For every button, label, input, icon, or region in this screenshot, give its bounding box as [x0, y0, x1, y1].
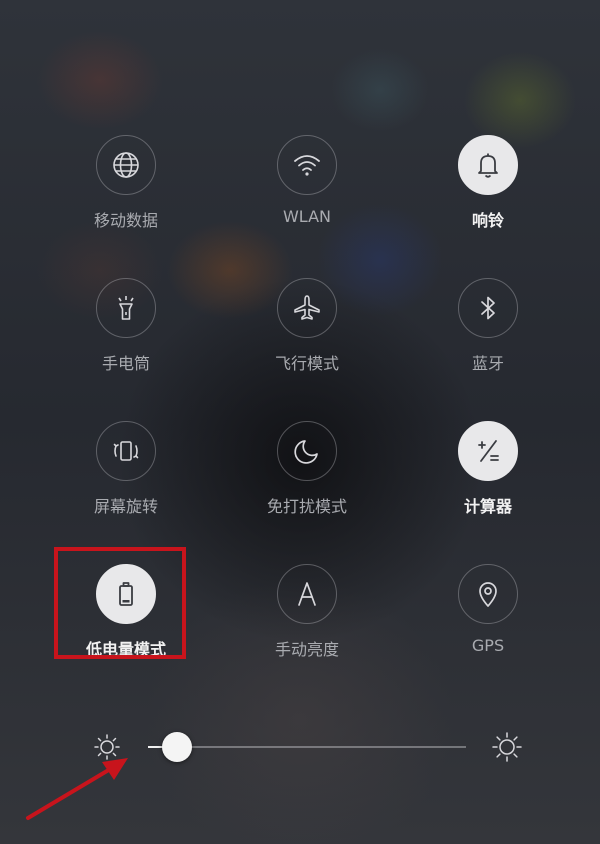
tile-label: 移动数据: [93, 211, 158, 230]
tile-wlan[interactable]: WLAN: [227, 135, 387, 245]
tile-circle: [277, 421, 337, 481]
tile-airplane-mode[interactable]: 飞行模式: [227, 278, 387, 388]
tile-flashlight[interactable]: 手电筒: [46, 278, 206, 388]
tile-label: GPS: [471, 636, 505, 655]
tile-screen-rotation[interactable]: 屏幕旋转: [46, 421, 206, 531]
wifi-icon: [294, 155, 320, 176]
tile-do-not-disturb[interactable]: 免打扰模式: [227, 421, 387, 531]
tile-circle: [96, 421, 156, 481]
tile-circle: [96, 278, 156, 338]
tile-label: 手动亮度: [274, 640, 339, 659]
letter-a-icon: [298, 582, 316, 606]
tile-circle: [458, 278, 518, 338]
tile-label: 飞行模式: [274, 354, 339, 373]
tile-mobile-data[interactable]: 移动数据: [46, 135, 206, 245]
tile-label: 免打扰模式: [266, 497, 347, 516]
tile-circle: [458, 421, 518, 481]
tile-bluetooth[interactable]: 蓝牙: [408, 278, 568, 388]
tile-label: 屏幕旋转: [93, 497, 158, 516]
moon-icon: [294, 440, 318, 464]
tile-circle: [277, 135, 337, 195]
annotation-arrow: [26, 758, 128, 820]
tile-label: WLAN: [282, 207, 331, 226]
sun-large-icon: [492, 732, 522, 762]
tile-circle: [458, 135, 518, 195]
tile-circle: [277, 564, 337, 624]
tile-circle: [96, 135, 156, 195]
tile-gps[interactable]: GPS: [408, 564, 568, 674]
location-pin-icon: [479, 582, 497, 607]
globe-icon: [113, 152, 139, 178]
tile-calculator[interactable]: 计算器: [408, 421, 568, 531]
tile-manual-brightness[interactable]: 手动亮度: [227, 564, 387, 674]
highlight-box: [54, 547, 186, 659]
calculator-icon: [478, 440, 499, 462]
tile-circle: [277, 278, 337, 338]
brightness-slider-thumb[interactable]: [161, 732, 192, 762]
tile-circle: [458, 564, 518, 624]
tile-ring-mode[interactable]: 响铃: [408, 135, 568, 245]
bell-icon: [478, 153, 498, 178]
tile-label: 计算器: [463, 497, 512, 516]
brightness-slider-track[interactable]: [148, 746, 466, 748]
tile-label: 蓝牙: [471, 354, 504, 373]
airplane-icon: [294, 295, 320, 320]
flashlight-icon: [118, 296, 134, 320]
rotate-screen-icon: [113, 441, 139, 461]
tile-label: 响铃: [471, 211, 504, 230]
tile-label: 手电筒: [101, 354, 150, 373]
bluetooth-icon: [481, 296, 495, 320]
